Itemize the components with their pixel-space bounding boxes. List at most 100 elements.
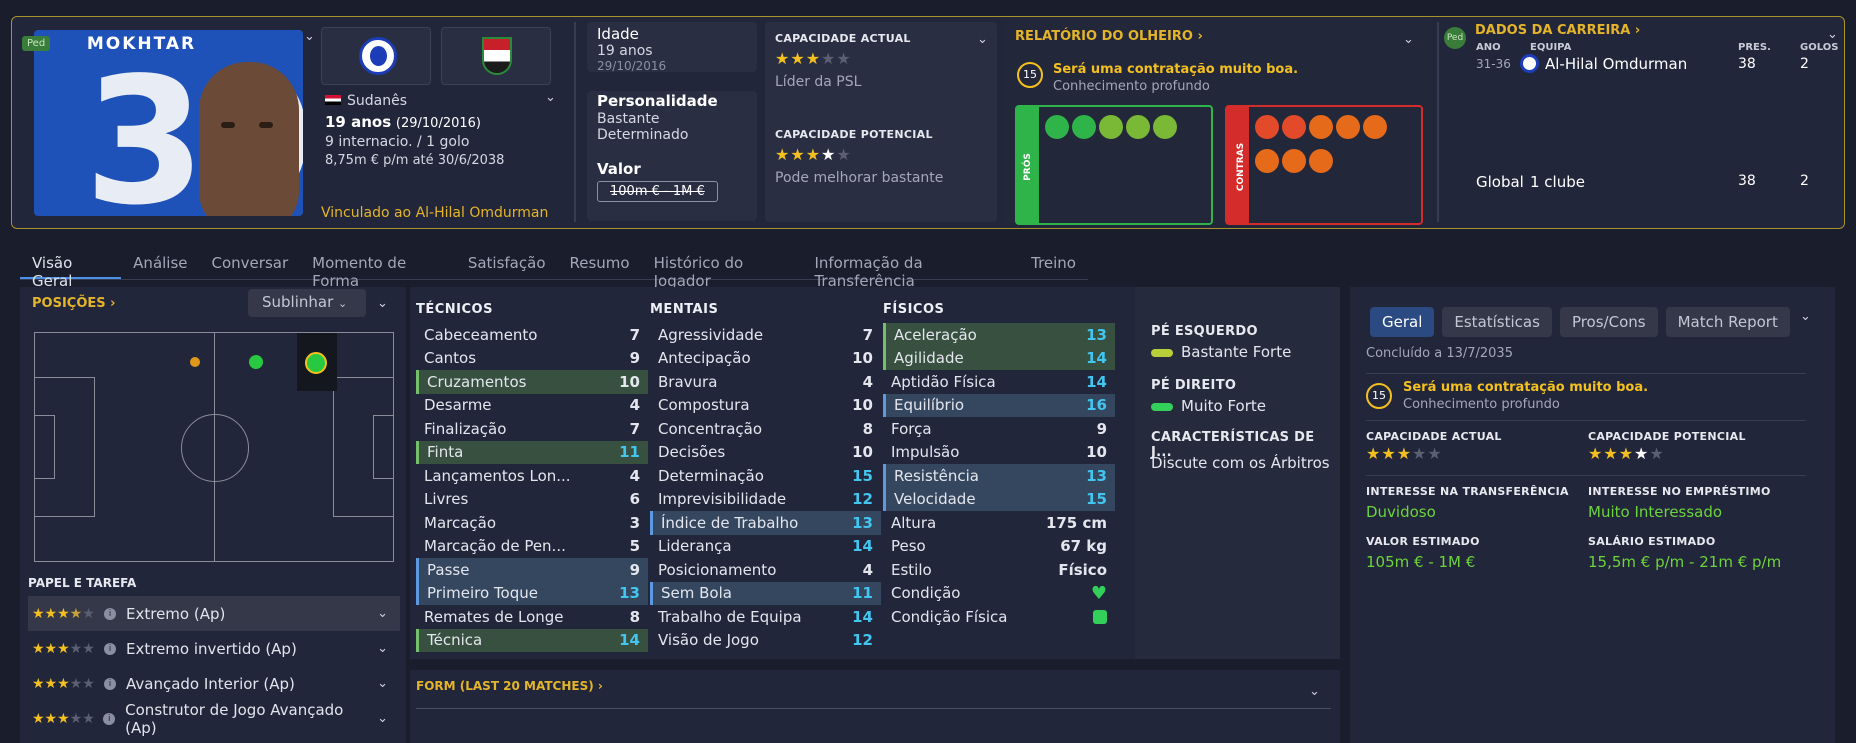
attribute-row[interactable]: Impulsão 10 [883, 441, 1115, 465]
role-row[interactable]: ★★★★★ i Extremo (Ap) ⌄ [28, 596, 400, 631]
info-icon[interactable]: i [104, 642, 116, 655]
nation-logo[interactable] [441, 27, 551, 85]
attribute-row[interactable]: Técnica 14 [416, 628, 648, 652]
career-team[interactable]: Al-Hilal Omdurman [1545, 55, 1687, 73]
attribute-row[interactable]: Remates de Longe 8 [416, 605, 648, 629]
attribute-row[interactable]: Aptidão Física 14 [883, 370, 1115, 394]
chevron-down-icon[interactable]: ⌄ [304, 29, 315, 44]
tab-form[interactable]: Momento de Forma [300, 250, 456, 290]
chevron-down-icon[interactable]: ⌄ [1800, 309, 1811, 324]
attribute-row[interactable]: Índice de Trabalho 13 [650, 511, 881, 535]
attribute-row[interactable]: Antecipação 10 [650, 347, 881, 371]
attribute-row[interactable]: Primeiro Toque 13 [416, 581, 648, 605]
attribute-name: Liderança [658, 537, 732, 556]
position-marker[interactable] [249, 355, 263, 369]
attribute-row[interactable]: Concentração 8 [650, 417, 881, 441]
fitness-icon [1092, 609, 1107, 624]
tab-talk[interactable]: Conversar [200, 250, 301, 279]
info-icon[interactable]: i [104, 607, 116, 620]
physical-info-row: Peso 67 kg [883, 535, 1115, 559]
role-row[interactable]: ★★★★★ i Construtor de Jogo Avançado (Ap) ⌄ [28, 701, 400, 737]
pitch [34, 332, 394, 562]
attribute-row[interactable]: Liderança 14 [650, 535, 881, 559]
attribute-row[interactable]: Finalização 7 [416, 417, 648, 441]
attribute-row[interactable]: Bravura 4 [650, 370, 881, 394]
position-marker[interactable] [190, 357, 200, 367]
attribute-row[interactable]: Compostura 10 [650, 394, 881, 418]
attribute-row[interactable]: Imprevisibilidade 12 [650, 488, 881, 512]
attribute-row[interactable]: Sem Bola 11 [650, 581, 881, 605]
value-amount[interactable]: 100m € - 1M € [597, 181, 718, 202]
attribute-name: Aptidão Física [891, 372, 996, 391]
attribute-row[interactable]: Cantos 9 [416, 347, 648, 371]
attribute-row[interactable]: Cabeceamento 7 [416, 323, 648, 347]
report-tab-proscons[interactable]: Pros/Cons [1559, 307, 1658, 337]
report-tab-general[interactable]: Geral [1370, 307, 1435, 337]
attribute-row[interactable]: Lançamentos Lon... 4 [416, 464, 648, 488]
attribute-row[interactable]: Marcação 3 [416, 511, 648, 535]
chevron-down-icon[interactable]: ⌄ [1403, 32, 1414, 47]
attribute-row[interactable]: Cruzamentos 10 [416, 370, 648, 394]
attribute-row[interactable]: Visão de Jogo 12 [650, 629, 881, 653]
scout-title[interactable]: RELATÓRIO DO OLHEIRO › [1015, 29, 1203, 44]
attribute-row[interactable]: Resistência 13 [883, 464, 1115, 488]
tab-training[interactable]: Treino [1019, 250, 1088, 279]
chevron-down-icon[interactable]: ⌄ [377, 606, 388, 621]
club-logo[interactable] [321, 27, 431, 85]
form-title[interactable]: FORM (LAST 20 MATCHES) › [416, 679, 603, 693]
role-row[interactable]: ★★★★★ i Extremo invertido (Ap) ⌄ [28, 631, 400, 666]
attribute-row[interactable]: Agressividade 7 [650, 323, 881, 347]
chevron-down-icon[interactable]: ⌄ [1827, 27, 1838, 42]
info-icon[interactable]: i [103, 712, 116, 725]
chevron-down-icon[interactable]: ⌄ [377, 711, 388, 726]
tab-happiness[interactable]: Satisfação [456, 250, 558, 279]
contract-link[interactable]: Vinculado ao Al-Hilal Omdurman [321, 205, 548, 221]
attribute-name: Aceleração [894, 325, 977, 344]
career-title[interactable]: DADOS DA CARREIRA › [1475, 23, 1640, 38]
attribute-value: 10 [619, 372, 640, 391]
attribute-row[interactable]: Marcação de Pen... 5 [416, 535, 648, 559]
attribute-row[interactable]: Finta 11 [416, 440, 648, 464]
attribute-name: Imprevisibilidade [658, 490, 787, 509]
form-panel: FORM (LAST 20 MATCHES) › ⌄ [410, 670, 1340, 743]
attribute-row[interactable]: Trabalho de Equipa 14 [650, 605, 881, 629]
tab-summary[interactable]: Resumo [558, 250, 642, 279]
attribute-row[interactable]: Posicionamento 4 [650, 558, 881, 582]
tab-analysis[interactable]: Análise [121, 250, 199, 279]
chevron-down-icon[interactable]: ⌄ [377, 296, 388, 311]
ca-desc: Líder da PSL [775, 74, 862, 90]
attribute-row[interactable]: Determinação 15 [650, 464, 881, 488]
report-tab-stats[interactable]: Estatísticas [1442, 307, 1552, 337]
physical-list: Aceleração 13 Agilidade 14 Aptidão Física 14 E… [883, 323, 1115, 511]
attribute-row[interactable]: Velocidade 15 [883, 487, 1115, 511]
attribute-value: 16 [1086, 396, 1107, 415]
attribute-row[interactable]: Livres 6 [416, 488, 648, 512]
chevron-down-icon[interactable]: ⌄ [545, 90, 556, 105]
info-label: Condição Física [891, 607, 1008, 626]
tab-history[interactable]: Histórico do Jogador [642, 250, 803, 290]
info-icon[interactable]: i [104, 677, 116, 690]
chevron-down-icon[interactable]: ⌄ [977, 32, 988, 47]
attribute-row[interactable]: Aceleração 13 [883, 323, 1115, 347]
tab-overview[interactable]: Visão Geral [20, 250, 122, 290]
report-tab-match[interactable]: Match Report [1665, 307, 1790, 337]
attribute-row[interactable]: Decisões 10 [650, 441, 881, 465]
positions-title[interactable]: POSIÇÕES › [32, 296, 116, 311]
info-label: Altura [891, 513, 937, 532]
attribute-row[interactable]: Passe 9 [416, 558, 648, 582]
attribute-name: Concentração [658, 419, 762, 438]
positions-title-text: POSIÇÕES [32, 296, 106, 311]
tab-transfer[interactable]: Informação da Transferência [802, 250, 1019, 290]
position-marker-selected[interactable] [305, 352, 327, 374]
chevron-down-icon[interactable]: ⌄ [1309, 684, 1320, 699]
attribute-row[interactable]: Desarme 4 [416, 394, 648, 418]
chevron-down-icon[interactable]: ⌄ [377, 676, 388, 691]
career-title-text: DADOS DA CARREIRA [1475, 23, 1631, 38]
attribute-row[interactable]: Equilíbrio 16 [883, 393, 1115, 417]
col-team: EQUIPA [1530, 42, 1572, 53]
highlight-dropdown[interactable]: Sublinhar ⌄ [248, 289, 366, 317]
attribute-row[interactable]: Agilidade 14 [883, 346, 1115, 370]
role-row[interactable]: ★★★★★ i Avançado Interior (Ap) ⌄ [28, 666, 400, 701]
chevron-down-icon[interactable]: ⌄ [377, 641, 388, 656]
attribute-row[interactable]: Força 9 [883, 417, 1115, 441]
